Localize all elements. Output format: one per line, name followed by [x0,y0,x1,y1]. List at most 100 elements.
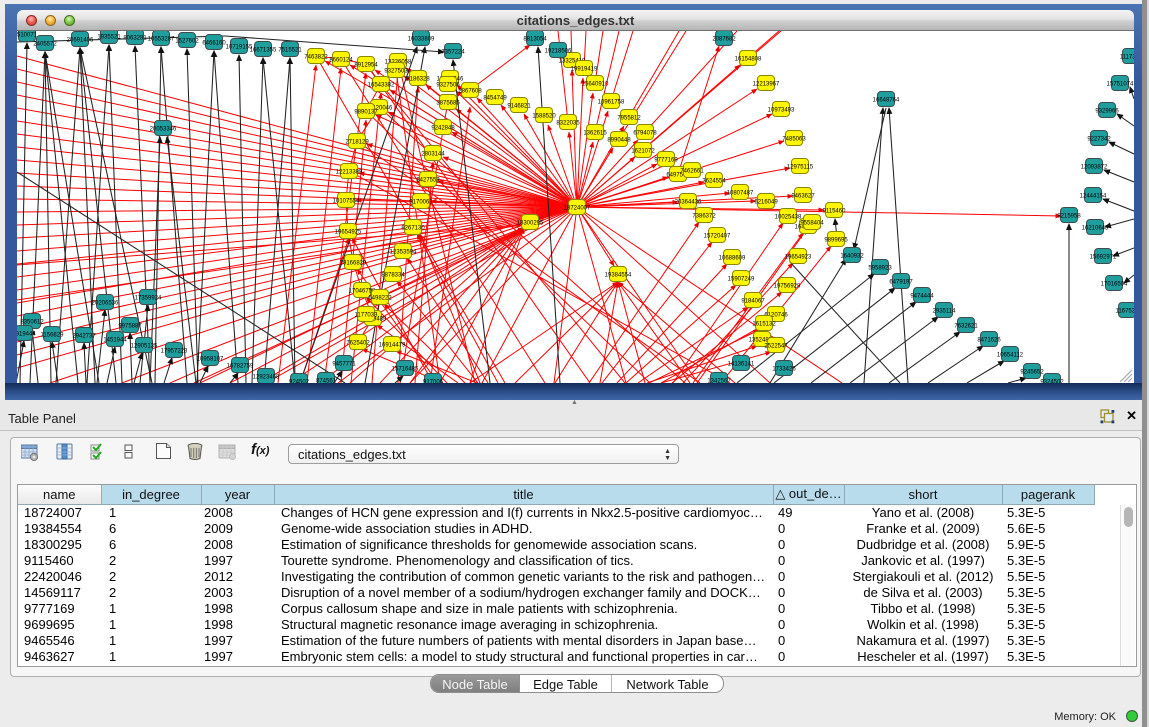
svg-text:8912954: 8912954 [354,63,378,69]
svg-text:8350612: 8350612 [20,320,44,326]
svg-text:20206536: 20206536 [92,301,119,307]
svg-text:12353594: 12353594 [390,250,417,256]
svg-text:19654925: 19654925 [335,230,362,236]
svg-text:9324502: 9324502 [1040,380,1064,384]
svg-text:6498222: 6498222 [368,296,392,302]
svg-text:16914479: 16914479 [379,343,406,349]
svg-text:19166829: 19166829 [340,261,367,267]
svg-text:6794078: 6794078 [633,131,657,137]
svg-text:1362615: 1362615 [583,131,607,137]
svg-text:9245652: 9245652 [1020,370,1044,376]
svg-text:16648764: 16648764 [873,98,900,104]
svg-text:9457771: 9457771 [332,362,356,368]
svg-text:19919419: 19919419 [571,67,598,73]
svg-text:9975887: 9975887 [118,324,142,330]
svg-text:6479197: 6479197 [889,280,913,286]
svg-text:9184067: 9184067 [741,299,765,305]
svg-text:20053346: 20053346 [150,127,177,133]
svg-text:7462661: 7462661 [680,169,704,175]
svg-text:17957223: 17957223 [161,349,188,355]
svg-text:2718129: 2718129 [345,140,369,146]
svg-text:8186328: 8186328 [406,77,430,83]
svg-text:1342567: 1342567 [707,379,731,384]
svg-text:12905135: 12905135 [131,344,158,350]
svg-text:15907249: 15907249 [728,277,755,283]
svg-text:7463822: 7463822 [304,55,328,61]
svg-text:15640910: 15640910 [582,82,609,88]
svg-text:17359924: 17359924 [135,296,162,302]
svg-text:7625402: 7625402 [346,341,370,347]
svg-text:2935114: 2935114 [933,309,957,315]
svg-text:18724007: 18724007 [564,206,591,212]
svg-text:16210643: 16210643 [1082,226,1109,232]
svg-text:8427552: 8427552 [416,178,440,184]
svg-text:8063281: 8063281 [123,36,147,42]
svg-text:2803144: 2803144 [421,152,445,158]
svg-text:1177033: 1177033 [355,313,379,319]
svg-text:14136141: 14136141 [728,362,755,368]
svg-text:20691406: 20691406 [67,38,94,44]
svg-text:10973493: 10973493 [768,108,795,114]
svg-text:1167534: 1167534 [1116,309,1134,315]
svg-text:7386372: 7386372 [692,214,716,220]
svg-text:19218506: 19218506 [545,49,572,55]
svg-text:16033809: 16033809 [408,37,435,43]
svg-text:12213967: 12213967 [753,82,780,88]
svg-text:5958923: 5958923 [868,266,892,272]
svg-text:10961758: 10961758 [598,100,625,106]
svg-text:9899695: 9899695 [824,238,848,244]
svg-text:1588520: 1588520 [532,114,556,120]
svg-text:917006: 917006 [423,380,444,384]
svg-text:15720407: 15720407 [704,234,731,240]
svg-text:9329966: 9329966 [1095,109,1119,115]
svg-text:1621072: 1621072 [631,149,655,155]
svg-text:16543382: 16543382 [368,83,395,89]
svg-text:9777169: 9777169 [654,158,678,164]
svg-text:7632621: 7632621 [954,324,978,330]
svg-text:924502: 924502 [289,380,310,384]
svg-text:9327506: 9327506 [436,83,460,89]
svg-text:10654112: 10654112 [997,353,1024,359]
svg-text:7485063: 7485063 [782,137,806,143]
svg-text:6216049: 6216049 [754,200,778,206]
svg-text:20364436: 20364436 [675,200,702,206]
svg-text:10553287: 10553287 [148,37,175,43]
svg-text:8322035: 8322035 [556,121,580,127]
svg-text:12093872: 12093872 [1081,165,1108,171]
svg-text:9227342: 9227342 [1087,137,1111,143]
svg-text:8454749: 8454749 [483,96,507,102]
svg-text:1615132: 1615132 [752,322,776,328]
svg-text:9242848: 9242848 [431,126,455,132]
svg-text:510071: 510071 [17,33,38,39]
svg-text:19756928: 19756928 [774,284,801,290]
svg-text:7515521: 7515521 [278,48,302,54]
svg-text:9463627: 9463627 [791,194,815,200]
svg-text:10958107: 10958107 [197,357,224,363]
svg-text:8215958: 8215958 [1057,214,1081,220]
svg-text:9558404: 9558404 [800,221,824,227]
svg-text:9474444: 9474444 [910,294,934,300]
svg-text:16782759: 16782759 [227,364,254,370]
svg-text:8471626: 8471626 [977,338,1001,344]
svg-text:1935521: 1935521 [97,35,121,41]
svg-text:3624554: 3624554 [702,179,726,185]
svg-text:8878334: 8878334 [381,273,405,279]
svg-text:2522547: 2522547 [764,344,788,350]
svg-text:1156829: 1156829 [41,333,65,339]
svg-text:18300295: 18300295 [517,221,544,227]
svg-text:16671355: 16671355 [250,48,277,54]
svg-text:19654923: 19654923 [785,255,812,261]
svg-text:2867608: 2867608 [458,89,482,95]
svg-text:8813054: 8813054 [523,37,547,43]
svg-text:1451944: 1451944 [103,338,127,344]
svg-text:2942737: 2942737 [72,334,96,340]
svg-text:15751074: 15751074 [1107,82,1134,88]
svg-text:15716485: 15716485 [392,367,419,373]
svg-text:10807487: 10807487 [727,191,754,197]
svg-text:1117345: 1117345 [1120,55,1134,61]
svg-text:12213389: 12213389 [336,170,363,176]
svg-text:3919444: 3919444 [17,332,36,338]
svg-text:8990448: 8990448 [607,138,631,144]
svg-text:2087682: 2087682 [712,37,736,43]
svg-text:17016504: 17016504 [1101,282,1128,288]
